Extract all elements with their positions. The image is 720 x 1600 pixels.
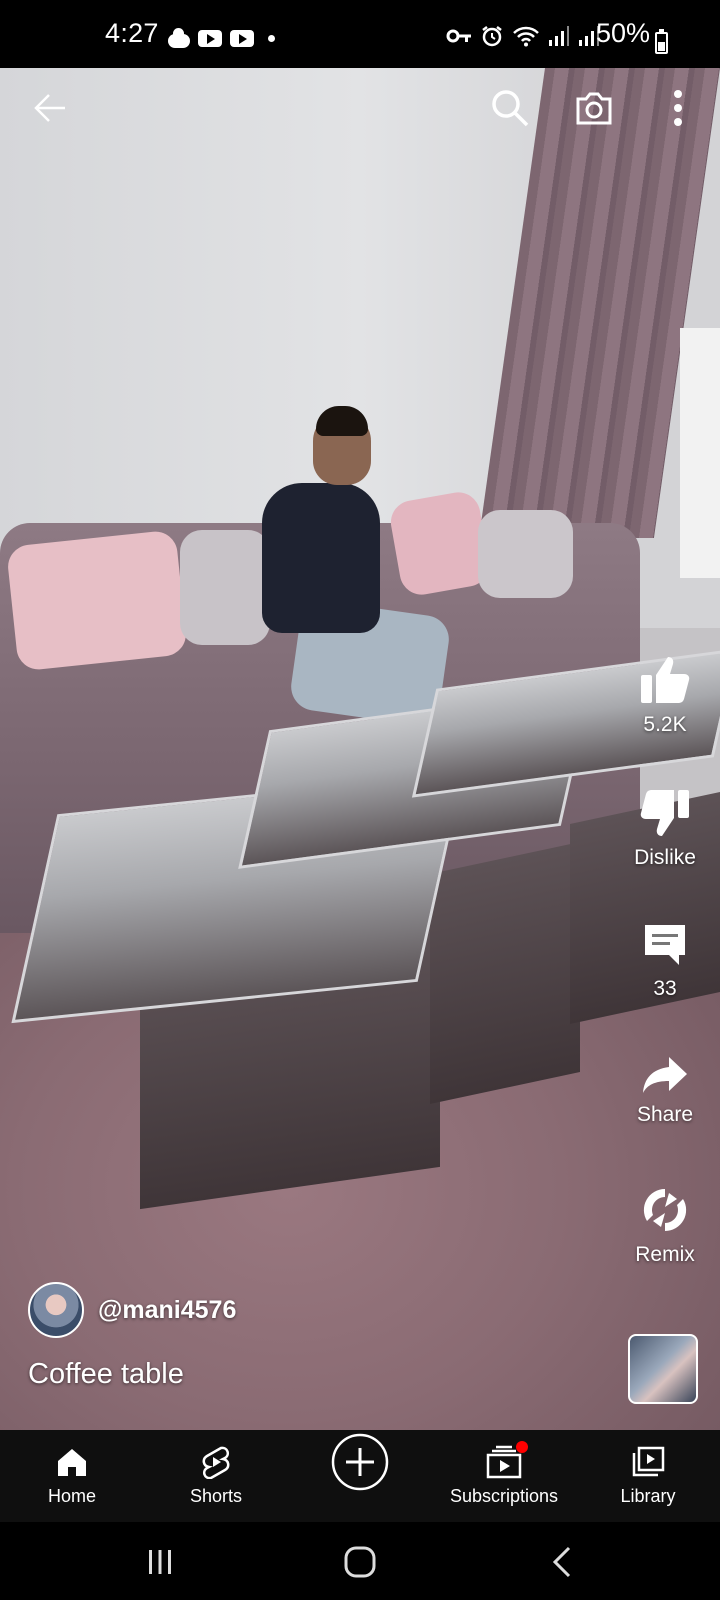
- battery-icon: [655, 29, 668, 54]
- create-icon: [331, 1433, 389, 1491]
- status-notification-icons: [168, 27, 275, 48]
- nav-subscriptions-label: Subscriptions: [449, 1486, 559, 1506]
- nav-library-label: Library: [620, 1486, 676, 1506]
- search-icon: [492, 90, 529, 127]
- thumbs-down-icon: [640, 790, 689, 836]
- channel-row[interactable]: @mani4576: [28, 1282, 236, 1338]
- video-scene: [262, 483, 380, 633]
- nav-home[interactable]: Home: [2, 1430, 142, 1522]
- video-scene: [680, 328, 720, 578]
- signal-icon: [549, 26, 569, 46]
- sound-thumbnail[interactable]: [628, 1334, 698, 1404]
- share-button[interactable]: Share: [600, 1055, 720, 1127]
- alarm-icon: [482, 26, 502, 47]
- arrow-left-icon: [34, 94, 65, 122]
- notification-dot-icon: [516, 1441, 528, 1453]
- nav-subscriptions[interactable]: Subscriptions: [434, 1430, 574, 1522]
- channel-avatar[interactable]: [28, 1282, 84, 1338]
- nav-create[interactable]: [290, 1430, 430, 1522]
- nav-home-label: Home: [47, 1486, 96, 1506]
- status-time: 4:27: [105, 18, 159, 48]
- dislike-label: Dislike: [634, 846, 696, 869]
- share-label: Share: [636, 1103, 694, 1126]
- video-scene: [180, 530, 270, 645]
- youtube-notification-icon: [230, 30, 254, 47]
- bottom-navigation: Home Shorts Subscriptions Library: [0, 1430, 720, 1522]
- back-button[interactable]: [22, 80, 78, 136]
- status-system-icons: [446, 24, 600, 48]
- cloud-icon: [168, 27, 190, 48]
- wifi-icon: [513, 26, 539, 47]
- more-vert-icon: [674, 90, 682, 126]
- like-button[interactable]: 5.2K: [600, 655, 720, 737]
- home-system-button[interactable]: [340, 1542, 380, 1582]
- system-navigation-bar: [0, 1522, 720, 1600]
- remix-icon: [643, 1188, 687, 1232]
- key-icon: [446, 29, 471, 43]
- video-scene: [430, 842, 580, 1104]
- dislike-button[interactable]: Dislike: [600, 788, 720, 870]
- video-scene: [387, 488, 493, 599]
- search-button[interactable]: [482, 80, 538, 136]
- like-count: 5.2K: [643, 713, 687, 736]
- camera-icon: [576, 92, 612, 125]
- comment-icon: [645, 925, 685, 965]
- channel-name[interactable]: @mani4576: [98, 1296, 236, 1325]
- remix-button[interactable]: Remix: [600, 1185, 720, 1267]
- video-scene: [478, 510, 573, 598]
- more-notifications-dot-icon: [268, 35, 275, 42]
- camera-button[interactable]: [566, 80, 622, 136]
- video-scene: [5, 529, 189, 672]
- recent-apps-icon: [149, 1550, 171, 1574]
- youtube-notification-icon: [198, 30, 222, 47]
- comment-count: 33: [653, 977, 677, 1000]
- nav-library[interactable]: Library: [578, 1430, 718, 1522]
- home-circle-icon: [344, 1546, 376, 1578]
- library-icon: [632, 1446, 665, 1477]
- thumbs-up-icon: [641, 657, 690, 703]
- more-options-button[interactable]: [650, 80, 706, 136]
- nav-shorts[interactable]: Shorts: [146, 1430, 286, 1522]
- top-controls: [0, 68, 720, 148]
- comments-button[interactable]: 33: [600, 921, 720, 1001]
- share-icon: [643, 1057, 687, 1093]
- battery-percent: 50%: [595, 18, 650, 48]
- remix-label: Remix: [635, 1243, 695, 1266]
- home-icon: [58, 1449, 86, 1476]
- recent-apps-button[interactable]: [140, 1542, 180, 1582]
- shorts-icon: [202, 1446, 230, 1479]
- back-chevron-icon: [552, 1546, 571, 1578]
- video-title[interactable]: Coffee table: [28, 1358, 184, 1391]
- nav-shorts-label: Shorts: [189, 1486, 243, 1506]
- status-bar: 4:27 50%: [0, 0, 720, 68]
- back-system-button[interactable]: [542, 1542, 582, 1582]
